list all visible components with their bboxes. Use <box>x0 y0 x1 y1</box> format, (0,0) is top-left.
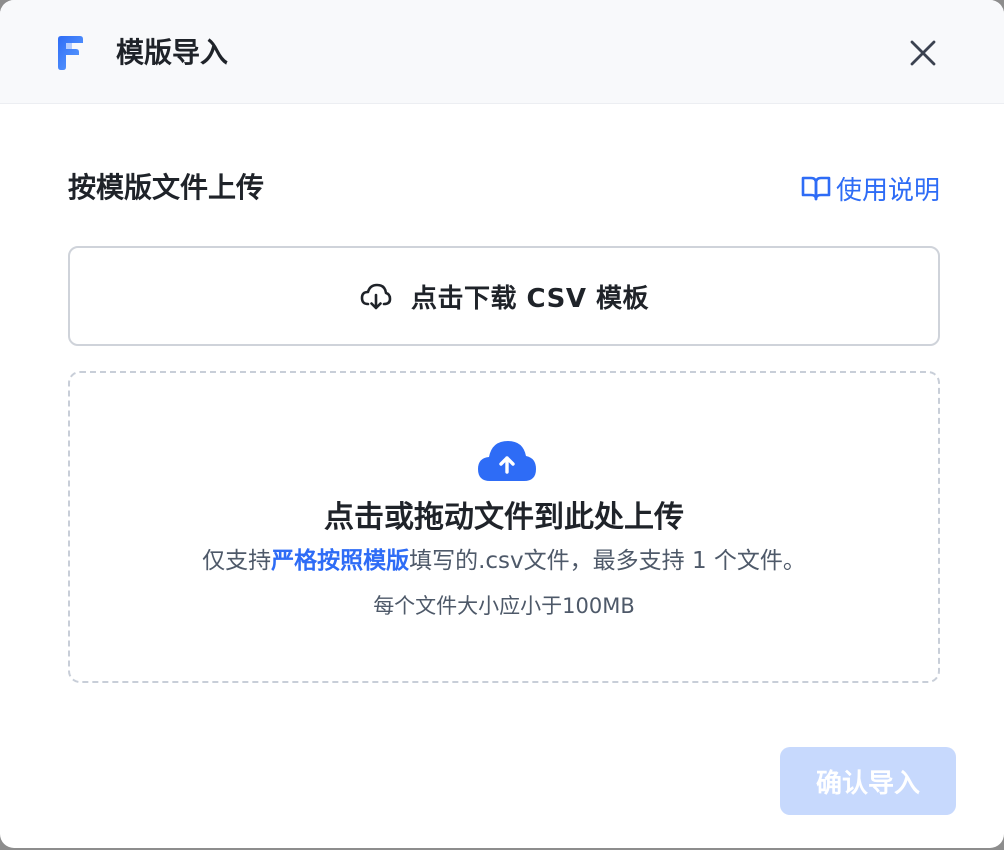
dropzone-desc-suffix: 填写的.csv文件，最多支持 1 个文件。 <box>409 548 806 574</box>
import-dialog: 模版导入 按模版文件上传 使用说明 点击下载 CSV 模板 点击或拖动文件到此处… <box>0 0 1004 848</box>
help-link-label: 使用说明 <box>835 175 940 206</box>
download-template-button[interactable]: 点击下载 CSV 模板 <box>68 246 940 346</box>
cloud-download-icon <box>360 283 392 310</box>
template-rules-link[interactable]: 严格按照模版 <box>271 548 409 574</box>
close-icon[interactable] <box>906 36 940 70</box>
dialog-title: 模版导入 <box>116 36 229 69</box>
dropzone-title: 点击或拖动文件到此处上传 <box>324 500 684 535</box>
section-title: 按模版文件上传 <box>68 171 265 204</box>
dropzone-desc-prefix: 仅支持 <box>202 548 272 574</box>
confirm-import-button[interactable]: 确认导入 <box>780 747 956 815</box>
dropzone-size-limit: 每个文件大小应小于100MB <box>373 594 635 618</box>
help-link[interactable]: 使用说明 <box>800 168 940 208</box>
brand-logo-icon <box>58 36 83 70</box>
cloud-upload-icon <box>478 441 536 481</box>
download-template-label: 点击下载 CSV 模板 <box>410 283 649 314</box>
book-icon <box>801 176 831 201</box>
dialog-header: 模版导入 <box>0 0 1004 104</box>
dropzone-description: 仅支持严格按照模版填写的.csv文件，最多支持 1 个文件。 <box>70 543 938 579</box>
file-dropzone[interactable]: 点击或拖动文件到此处上传 仅支持严格按照模版填写的.csv文件，最多支持 1 个… <box>68 371 940 683</box>
